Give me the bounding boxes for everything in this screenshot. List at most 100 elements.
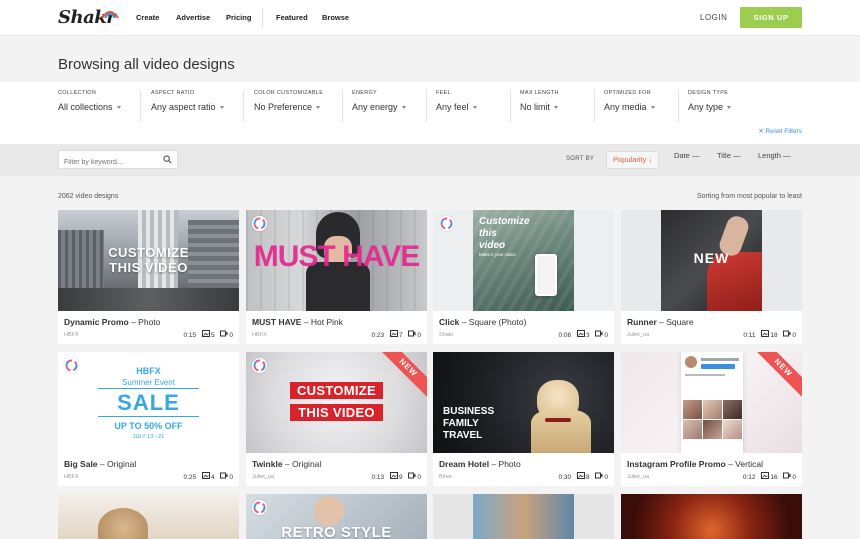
- video-card[interactable]: HBFX Summer Event SALE UP TO 50% OFF JUL…: [58, 352, 239, 486]
- sort-title-button[interactable]: Title —: [711, 151, 746, 169]
- nav-pricing[interactable]: Pricing: [226, 13, 251, 22]
- card-title[interactable]: Big Sale – Original: [64, 459, 136, 469]
- filter-value[interactable]: Any aspect ratio: [151, 102, 224, 112]
- search-icon[interactable]: [163, 155, 172, 164]
- card-author[interactable]: HBFX: [64, 332, 79, 338]
- filter-label: DESIGN TYPE: [688, 90, 729, 96]
- video-thumbnail[interactable]: RETRO STYLE: [246, 494, 427, 539]
- thumbnail-overlay-text: NEW: [693, 250, 730, 266]
- filter-divider: [426, 90, 427, 122]
- video-card[interactable]: [621, 494, 802, 539]
- sort-popularity-button[interactable]: Popularity ↓: [606, 151, 660, 169]
- filter-value[interactable]: Any media: [604, 102, 655, 112]
- logo[interactable]: Shakr: [58, 7, 122, 29]
- brand-badge-icon: [252, 216, 267, 231]
- photo-icon: [576, 472, 585, 479]
- card-title[interactable]: Click – Square (Photo): [439, 317, 526, 327]
- photo-tile: [703, 400, 722, 419]
- nav-create[interactable]: Create: [136, 13, 159, 22]
- filter-feel[interactable]: FEEL Any feel: [436, 90, 477, 112]
- card-title[interactable]: Dynamic Promo – Photo: [64, 317, 160, 327]
- video-card[interactable]: [58, 494, 239, 539]
- video-thumbnail[interactable]: [58, 494, 239, 539]
- video-thumbnail[interactable]: [621, 494, 802, 539]
- video-thumbnail[interactable]: CUSTOMIZE THIS VIDEO NEW: [246, 352, 427, 453]
- video-thumbnail[interactable]: [433, 494, 614, 539]
- filter-design-type[interactable]: DESIGN TYPE Any type: [688, 90, 732, 112]
- video-card[interactable]: MUST HAVE MUST HAVE – Hot Pink HBFX 0:23…: [246, 210, 427, 344]
- card-title[interactable]: Dream Hotel – Photo: [439, 459, 521, 469]
- card-title[interactable]: Instagram Profile Promo – Vertical: [627, 459, 763, 469]
- card-author[interactable]: HBFX: [252, 332, 267, 338]
- video-card[interactable]: NEW Runner – Square Juliet_ua 0:11 18 0: [621, 210, 802, 344]
- video-thumbnail[interactable]: MUST HAVE: [246, 210, 427, 311]
- caret-down-icon: [650, 106, 655, 110]
- video-card[interactable]: CUSTOMIZE THIS VIDEO Dynamic Promo – Phot…: [58, 210, 239, 344]
- results-count: 2062 video designs: [58, 193, 119, 200]
- card-title[interactable]: MUST HAVE – Hot Pink: [252, 317, 343, 327]
- video-card[interactable]: CUSTOMIZE THIS VIDEO NEW Twinkle – Origin…: [246, 352, 427, 486]
- photo-count: 7: [398, 331, 403, 339]
- filter-label: COLOR CUSTOMIZABLE: [254, 90, 324, 96]
- filter-optimized-for[interactable]: OPTIMIZED FOR Any media: [604, 90, 655, 112]
- filter-value[interactable]: No Preference: [254, 102, 323, 112]
- dash-icon: —: [732, 151, 741, 160]
- signup-button[interactable]: SIGN UP: [740, 7, 802, 28]
- duration: 0:23: [371, 331, 385, 339]
- top-nav: Shakr Create Advertise Pricing Featured …: [0, 0, 860, 36]
- filter-divider: [342, 90, 343, 122]
- nav-featured[interactable]: Featured: [276, 13, 308, 22]
- filter-divider: [678, 90, 679, 122]
- card-author[interactable]: Juliet_ua: [627, 332, 649, 338]
- filter-aspect-ratio[interactable]: ASPECT RATIO Any aspect ratio: [151, 90, 224, 112]
- reset-filters-link[interactable]: ✕ Reset Filters: [758, 127, 802, 135]
- filter-value[interactable]: Any energy: [352, 102, 406, 112]
- filter-value[interactable]: No limit: [520, 102, 559, 112]
- video-thumbnail[interactable]: BUSINESS FAMILY TRAVEL: [433, 352, 614, 453]
- sort-note: Sorting from most popular to least: [696, 193, 802, 200]
- photo-tile: [683, 400, 702, 419]
- nav-browse[interactable]: Browse: [322, 13, 349, 22]
- filter-value[interactable]: All collections: [58, 102, 121, 112]
- page-title: Browsing all video designs: [58, 56, 235, 73]
- photo-count: 8: [585, 473, 590, 481]
- photo-count: 16: [770, 473, 778, 481]
- sort-date-button[interactable]: Date —: [668, 151, 705, 169]
- card-author[interactable]: Juliet_ua: [252, 474, 274, 480]
- brand-badge-icon: [252, 500, 267, 515]
- photo-count: 4: [210, 473, 215, 481]
- filter-color-customizable[interactable]: COLOR CUSTOMIZABLE No Preference: [254, 90, 323, 112]
- video-card[interactable]: BUSINESS FAMILY TRAVEL Dream Hotel – Photo…: [433, 352, 614, 486]
- filter-collection[interactable]: COLLECTION All collections: [58, 90, 121, 112]
- filter-value[interactable]: Any feel: [436, 102, 477, 112]
- sort-bar: SORT BY Popularity ↓ Date — Title — Leng…: [0, 144, 860, 176]
- nav-advertise[interactable]: Advertise: [176, 13, 210, 22]
- video-thumbnail[interactable]: NEW: [621, 210, 802, 311]
- card-author[interactable]: Juliet_ua: [627, 474, 649, 480]
- video-card[interactable]: NEW Instagram Profile Promo – Vertical J…: [621, 352, 802, 486]
- video-thumbnail[interactable]: HBFX Summer Event SALE UP TO 50% OFF JUL…: [58, 352, 239, 453]
- card-author[interactable]: HBFX: [64, 474, 79, 480]
- video-card[interactable]: RETRO STYLE: [246, 494, 427, 539]
- photo-tile: [703, 420, 722, 439]
- card-author[interactable]: Shakr: [439, 332, 453, 338]
- card-title[interactable]: Runner – Square: [627, 317, 694, 327]
- filter-max-length[interactable]: MAX LENGTH No limit: [520, 90, 559, 112]
- video-card[interactable]: Customize this video Make it your video Cl…: [433, 210, 614, 344]
- thumbnail-overlay-text: BUSINESS FAMILY TRAVEL: [443, 406, 495, 441]
- card-stats: 0:12 16 0: [743, 472, 796, 481]
- card-title[interactable]: Twinkle – Original: [252, 459, 321, 469]
- video-thumbnail[interactable]: Customize this video Make it your video: [433, 210, 614, 311]
- follow-button: [701, 364, 735, 369]
- filter-energy[interactable]: ENERGY Any energy: [352, 90, 406, 112]
- sort-length-button[interactable]: Length —: [752, 151, 797, 169]
- video-thumbnail[interactable]: NEW: [621, 352, 802, 453]
- video-thumbnail[interactable]: CUSTOMIZE THIS VIDEO: [58, 210, 239, 311]
- filter-value[interactable]: Any type: [688, 102, 732, 112]
- video-card[interactable]: [433, 494, 614, 539]
- card-author[interactable]: Biree: [439, 474, 452, 480]
- login-link[interactable]: LOGIN: [700, 13, 727, 22]
- duration: 0:12: [742, 473, 756, 481]
- video-count: 0: [417, 473, 421, 481]
- search-input[interactable]: [59, 154, 159, 171]
